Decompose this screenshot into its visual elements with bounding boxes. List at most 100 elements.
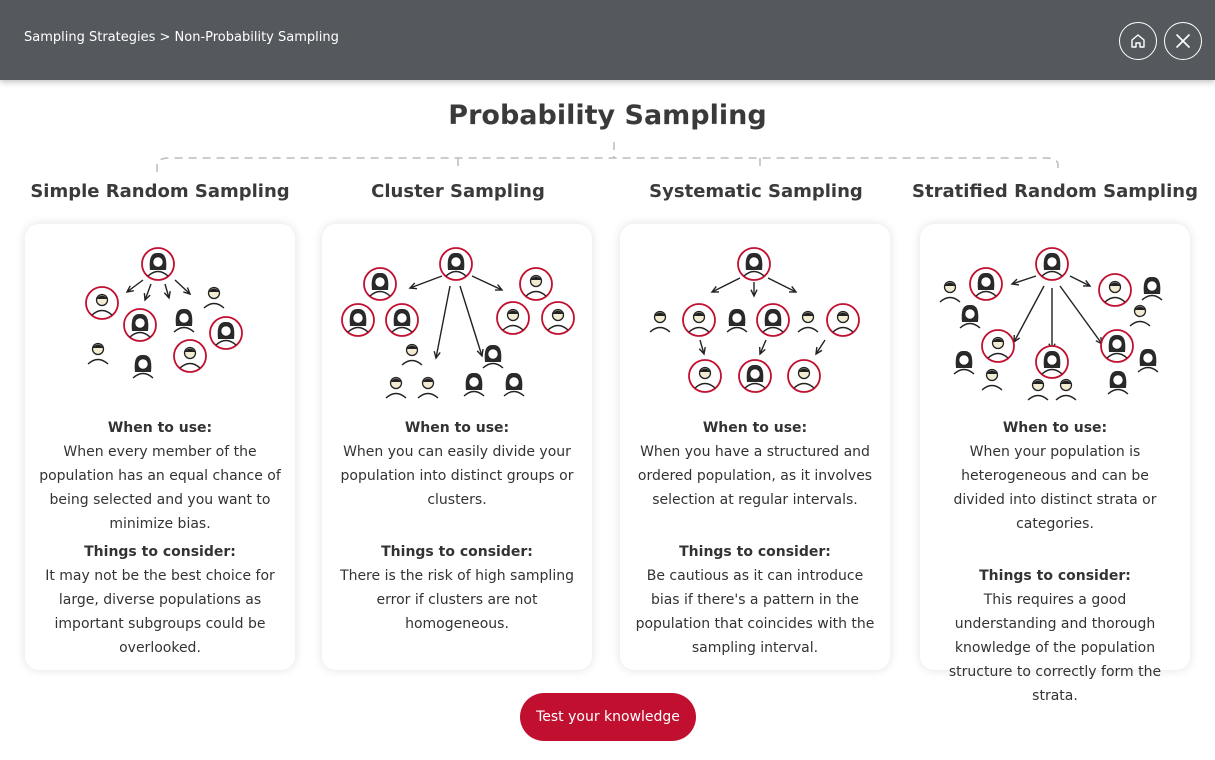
when-to-use-label: When to use: <box>1002 420 1108 436</box>
person-icon <box>439 247 473 281</box>
card-body: When to use: When you have a structured … <box>634 416 876 660</box>
person-icon <box>953 350 975 375</box>
person-icon <box>385 376 407 399</box>
person-icon <box>85 286 119 320</box>
column-title-cluster: Cluster Sampling <box>371 181 545 202</box>
person-icon <box>496 301 530 335</box>
arrow-icon <box>1010 275 1037 286</box>
person-icon <box>737 247 771 281</box>
person-icon <box>826 303 860 337</box>
person-icon <box>1035 345 1069 379</box>
person-icon <box>1055 378 1077 401</box>
simple-random-illustration <box>85 247 243 379</box>
when-to-use-text: When you have a structured and ordered p… <box>637 444 873 508</box>
person-icon <box>797 310 819 333</box>
arrow-icon <box>174 279 192 296</box>
person-icon <box>385 303 419 337</box>
close-button[interactable] <box>1164 22 1202 60</box>
things-to-consider-label: Things to consider: <box>381 544 533 560</box>
hierarchy-connector <box>156 142 1059 172</box>
person-icon <box>463 372 485 397</box>
arrow-icon <box>698 339 706 356</box>
person-icon <box>959 304 981 329</box>
card-stratified: When to use: When your population is het… <box>920 224 1190 704</box>
person-icon <box>649 310 671 333</box>
arrow-icon <box>433 285 451 360</box>
person-icon <box>87 342 109 365</box>
column-title-simple-random: Simple Random Sampling <box>30 181 290 202</box>
header-bar: Sampling Strategies > Non-Probability Sa… <box>0 0 1215 80</box>
person-icon <box>519 267 553 301</box>
person-icon <box>939 280 961 303</box>
things-to-consider-text: It may not be the best choice for large,… <box>45 568 275 656</box>
card-simple-random: When to use: When every member of the po… <box>25 224 295 670</box>
things-to-consider-text: There is the risk of high sampling error… <box>340 568 574 632</box>
person-icon <box>541 301 575 335</box>
when-to-use-text: When your population is heterogeneous an… <box>953 444 1157 532</box>
person-icon <box>1100 329 1134 363</box>
person-icon <box>1107 370 1129 395</box>
person-icon <box>363 267 397 301</box>
when-to-use-label: When to use: <box>404 420 510 436</box>
person-icon <box>688 359 722 393</box>
person-icon <box>203 286 225 309</box>
arrow-icon <box>163 283 171 300</box>
person-icon <box>1137 348 1159 373</box>
person-icon <box>756 303 790 337</box>
person-icon <box>738 359 772 393</box>
when-to-use-label: When to use: <box>107 420 213 436</box>
card-cluster: When to use: When you can easily divide … <box>322 224 592 670</box>
person-icon <box>1098 273 1132 307</box>
card-systematic: When to use: When you have a structured … <box>620 224 890 670</box>
page-title: Probability Sampling <box>448 100 767 131</box>
systematic-illustration <box>649 247 860 393</box>
column-title-systematic: Systematic Sampling <box>649 181 863 202</box>
person-icon <box>1141 276 1163 301</box>
things-to-consider-label: Things to consider: <box>679 544 831 560</box>
home-icon <box>1131 34 1145 48</box>
arrow-icon <box>815 339 826 356</box>
person-icon <box>173 308 195 333</box>
column-title-stratified: Stratified Random Sampling <box>912 181 1198 202</box>
when-to-use-text: When you can easily divide your populati… <box>340 444 574 508</box>
arrow-icon <box>1013 285 1045 344</box>
cluster-illustration <box>341 247 575 399</box>
person-icon <box>1027 378 1049 401</box>
person-icon <box>132 354 154 379</box>
person-icon <box>682 303 716 337</box>
card-body: When to use: When you can easily divide … <box>336 416 578 636</box>
things-to-consider-label: Things to consider: <box>979 568 1131 584</box>
person-icon <box>173 339 207 373</box>
card-body: When to use: When every member of the po… <box>39 416 281 660</box>
arrow-icon <box>459 285 484 358</box>
home-button[interactable] <box>1119 22 1157 60</box>
when-to-use-text: When every member of the population has … <box>39 444 281 532</box>
arrow-icon <box>125 279 144 293</box>
breadcrumb: Sampling Strategies > Non-Probability Sa… <box>24 30 339 45</box>
person-icon <box>123 308 157 342</box>
when-to-use-label: When to use: <box>702 420 808 436</box>
arrow-icon <box>710 277 741 293</box>
things-to-consider-text: Be cautious as it can introduce bias if … <box>635 568 875 656</box>
arrow-icon <box>1059 285 1103 346</box>
person-icon <box>1129 304 1151 327</box>
person-icon <box>503 372 525 397</box>
person-icon <box>141 247 175 281</box>
arrow-icon <box>750 282 758 298</box>
person-icon <box>726 308 748 333</box>
person-icon <box>401 343 423 366</box>
person-icon <box>417 376 439 399</box>
close-icon <box>1176 34 1190 48</box>
things-to-consider-label: Things to consider: <box>84 544 236 560</box>
arrow-icon <box>143 283 152 302</box>
arrow-icon <box>767 277 798 293</box>
person-icon <box>341 303 375 337</box>
test-your-knowledge-button[interactable]: Test your knowledge <box>520 693 696 741</box>
person-icon <box>981 368 1003 391</box>
person-icon <box>969 267 1003 301</box>
person-icon <box>1035 247 1069 281</box>
arrow-icon <box>408 275 443 290</box>
arrow-icon <box>758 339 767 356</box>
card-body: When to use: When your population is het… <box>934 416 1176 708</box>
person-icon <box>787 359 821 393</box>
